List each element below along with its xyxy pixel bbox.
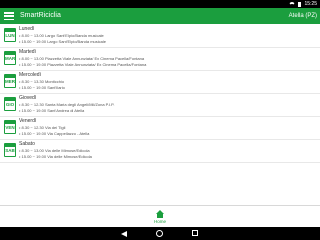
schedule-line: • 8.30 ~ 13.30 Monticchio	[19, 79, 65, 84]
recents-icon[interactable]	[188, 230, 202, 237]
status-icons: 15:25	[289, 1, 317, 7]
calendar-icon: SAB	[4, 143, 16, 157]
app-bar: SmartRiciclia Atella (PZ)	[0, 8, 320, 24]
day-item-friday[interactable]: VEN Venerdì • 8.30 ~ 12.30 Via dei Tigli…	[0, 117, 320, 140]
calendar-icon: MER	[4, 74, 16, 88]
day-item-tuesday[interactable]: MAR Martedì • 8.00 ~ 13.00 Piazzetta Via…	[0, 48, 320, 71]
calendar-icon: VEN	[4, 120, 16, 134]
home-icon[interactable]	[156, 210, 164, 218]
back-icon[interactable]	[118, 230, 132, 237]
day-name: Sabato	[19, 141, 35, 147]
calendar-icon: MAR	[4, 51, 16, 65]
calendar-icon: LUN	[4, 28, 16, 42]
tab-home-label[interactable]: Home	[140, 219, 180, 225]
day-name: Mercoledì	[19, 72, 41, 78]
schedule-line: • 15.00 ~ 19.00 Sant'Ilario	[19, 85, 65, 90]
day-name: Venerdì	[19, 118, 37, 124]
schedule-line: • 8.30 ~ 12.30 Santa Maria degli Angeli/…	[19, 102, 115, 107]
day-item-wednesday[interactable]: MER Mercoledì • 8.30 ~ 13.30 Monticchio …	[0, 71, 320, 94]
app-title: SmartRiciclia	[20, 12, 61, 19]
calendar-icon: GIO	[4, 97, 16, 111]
wifi-icon	[289, 1, 296, 7]
day-item-saturday[interactable]: SAB Sabato • 8.30 ~ 13.00 Via delle Mimo…	[0, 140, 320, 163]
bottom-tab-bar: Home	[0, 205, 320, 227]
day-item-thursday[interactable]: GIO Giovedì • 8.30 ~ 12.30 Santa Maria d…	[0, 94, 320, 117]
schedule-line: • 15.00 ~ 19.00 Sant'Andrea di Atella	[19, 108, 85, 113]
schedule-line: • 15.00 ~ 19.00 Via delle Mimose/Edicola	[19, 154, 92, 159]
schedule-line: • 8.00 ~ 13.00 Largo Sant'Elpio/Banda mu…	[19, 33, 104, 38]
day-name: Lunedì	[19, 26, 35, 32]
schedule-line: • 8.00 ~ 13.00 Piazzetta Viale Annunziat…	[19, 56, 145, 61]
day-item-monday[interactable]: LUN Lunedì • 8.00 ~ 13.00 Largo Sant'Elp…	[0, 25, 320, 48]
schedule-line: • 15.00 ~ 19.00 Piazzetta Viale Annunzia…	[19, 62, 147, 67]
app-window: 15:25 SmartRiciclia Atella (PZ) LUN Lune…	[0, 0, 320, 240]
schedule-line: • 8.30 ~ 13.00 Via delle Mimose/Edicola	[19, 148, 90, 153]
nav-home-icon[interactable]	[153, 230, 167, 237]
menu-icon[interactable]	[4, 12, 14, 20]
system-nav-bar	[0, 227, 320, 240]
day-name: Martedì	[19, 49, 36, 55]
day-name: Giovedì	[19, 95, 37, 101]
status-bar: 15:25	[0, 0, 320, 8]
status-time: 15:25	[304, 1, 317, 7]
schedule-line: • 15.00 ~ 19.00 Largo Sant'Elpio/Banda m…	[19, 39, 107, 44]
schedule-list: LUN Lunedì • 8.00 ~ 13.00 Largo Sant'Elp…	[0, 25, 320, 163]
schedule-line: • 8.30 ~ 12.30 Via dei Tigli	[19, 125, 66, 130]
schedule-line: • 15.00 ~ 19.00 Via Cappellazzo - Atella	[19, 131, 90, 136]
city-label[interactable]: Atella (PZ)	[289, 11, 317, 21]
battery-icon	[298, 1, 302, 7]
